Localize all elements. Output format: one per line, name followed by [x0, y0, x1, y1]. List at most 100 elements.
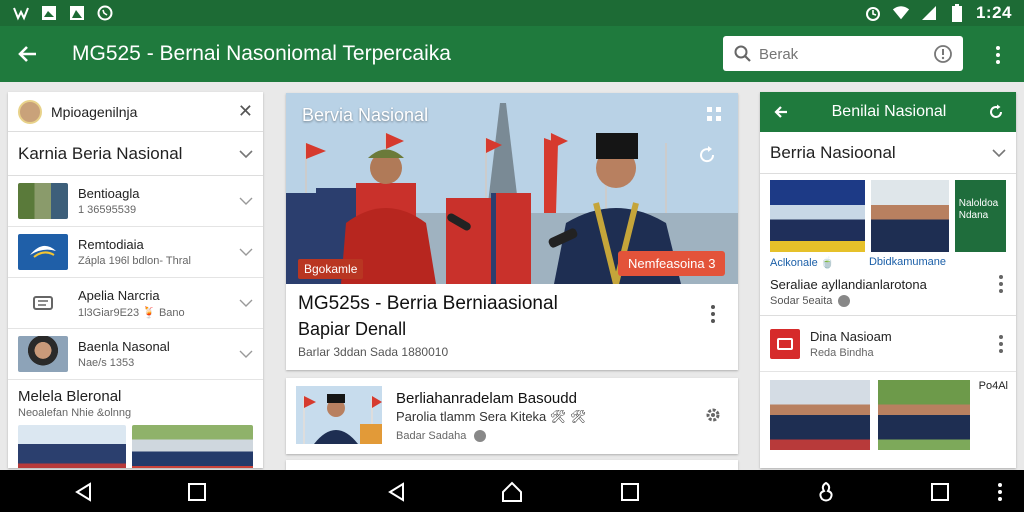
more-options-icon[interactable] [996, 275, 1006, 293]
photo-row-label: Po4Al [978, 380, 1008, 392]
item-subtitle: Reda Bindha [810, 346, 874, 359]
avatar[interactable] [18, 99, 42, 124]
chevron-down-icon [992, 148, 1006, 157]
thumbnail-overlay-text: Naloldoa Ndana [958, 198, 999, 221]
article-headline-row[interactable]: Seraliae ayllandianlarotona [760, 269, 1016, 293]
gear-icon[interactable] [703, 405, 723, 425]
chevron-down-icon[interactable] [239, 298, 253, 308]
list-item[interactable]: Dina Nasioam Reda Bindha [760, 316, 1016, 372]
back-nav-icon[interactable] [72, 480, 96, 504]
left-panel-footer: Melela Bleronal Neoalefan Nhie &olnng [8, 380, 263, 419]
search-box[interactable] [723, 36, 963, 71]
photo-thumbnail[interactable] [870, 180, 949, 252]
left-panel: Mpioagenilnja ✕ Karnia Beria Nasional Be… [8, 92, 263, 468]
image-icon [40, 4, 58, 22]
article-meta: Badar Sadaha [396, 430, 487, 442]
grid-icon[interactable] [707, 107, 721, 121]
location-pin-icon [474, 430, 487, 442]
article-card-partial[interactable] [286, 460, 738, 470]
list-item[interactable]: Apelia Narcria 1l3Giar9E23 🍹 Bano [8, 278, 263, 329]
category-dropdown[interactable]: Karnia Beria Nasional [8, 132, 263, 176]
footer-photos [8, 419, 263, 468]
back-arrow-icon[interactable] [772, 103, 790, 121]
item-title: Apelia Narcria [78, 287, 160, 303]
thumbnail-row: Naloldoa Ndana [760, 174, 1016, 252]
chevron-down-icon[interactable] [239, 196, 253, 206]
status-time: 1:24 [975, 3, 1012, 22]
page-title: MG525 - Bernai Nasoniomal Terpercaika [72, 42, 451, 65]
footer-subtitle: Neoalefan Nhie &olnng [18, 407, 132, 419]
article-title: Berliahanradelam Basoudd [396, 390, 577, 407]
status-bar: 1:24 [0, 0, 1024, 26]
photo-thumbnail[interactable] [770, 380, 870, 450]
battery-icon [948, 4, 966, 22]
thumb-caption: Dbidkamumane [868, 256, 946, 268]
chevron-down-icon [239, 149, 253, 158]
article-title: Seraliae ayllandianlarotona [770, 276, 927, 292]
item-title: Bentioagla [78, 186, 140, 201]
photo-thumbnail[interactable] [770, 180, 865, 252]
overflow-menu-icon[interactable] [988, 42, 1008, 68]
category-label: Karnia Beria Nasional [18, 143, 183, 163]
item-icon [18, 285, 68, 321]
sub-headline: Bapiar Denall [298, 319, 407, 339]
headline[interactable]: MG525s - Berria Berniaasional [298, 293, 558, 315]
thumbnail-captions: Aclkonale 🍵 Dbidkamumane [760, 252, 1016, 269]
whatsapp-icon [96, 4, 114, 22]
category-label: Berria Nasioonal [770, 142, 896, 162]
hero-image: Bervia Nasional Bgokamle Nemfeasoina 3 [286, 93, 738, 284]
alarm-icon [864, 4, 882, 22]
photo-thumbnail[interactable]: Naloldoa Ndana [954, 180, 1006, 252]
item-subtitle: Nae/s 1353 [78, 357, 135, 369]
vine-icon [12, 4, 30, 22]
item-thumbnail [18, 336, 68, 372]
article-card[interactable]: Berliahanradelam Basoudd Parolia tlamm S… [286, 378, 738, 454]
item-thumbnail [18, 183, 68, 219]
right-panel-header: Benilai Nasional [760, 92, 1016, 132]
news-logo-icon [770, 328, 800, 359]
recents-nav-icon[interactable] [618, 480, 642, 504]
navigation-bar [0, 470, 1024, 512]
item-subtitle: 1l3Giar9E23 🍹 Bano [78, 306, 185, 319]
chevron-down-icon[interactable] [239, 349, 253, 359]
list-item[interactable]: Bentioagla 1 36595539 [8, 176, 263, 227]
recents-nav-icon[interactable] [928, 480, 952, 504]
item-subtitle: Zápla 196l bdlon- Thral [78, 255, 191, 267]
more-options-icon[interactable] [996, 334, 1006, 353]
assistant-nav-icon[interactable] [814, 480, 838, 504]
category-dropdown[interactable]: Berria Nasioonal [760, 132, 1016, 174]
overflow-menu-icon[interactable] [990, 480, 1010, 504]
photo-thumbnail[interactable] [878, 380, 970, 450]
chevron-down-icon[interactable] [239, 247, 253, 257]
back-arrow-icon[interactable] [14, 40, 42, 68]
home-nav-icon[interactable] [500, 480, 524, 504]
thumb-caption: Aclkonale 🍵 [770, 257, 835, 269]
article-thumbnail [296, 386, 382, 444]
refresh-icon[interactable] [697, 145, 717, 165]
left-panel-title: Mpioagenilnja [51, 103, 138, 120]
list-item[interactable]: Remtodiaia Zápla 196l bdlon- Thral [8, 227, 263, 278]
article-meta: Sodar 5eaita [760, 293, 1016, 316]
more-options-icon[interactable] [708, 303, 718, 325]
hero-badge-right[interactable]: Nemfeasoina 3 [618, 251, 726, 276]
photo-icon [68, 4, 86, 22]
photo-row: Po4Al [760, 372, 1016, 458]
recents-nav-icon[interactable] [185, 480, 209, 504]
featured-card[interactable]: Bervia Nasional Bgokamle Nemfeasoina 3 M… [286, 93, 738, 370]
article-meta: Barlar 3ddan Sada 1880010 [298, 345, 449, 359]
search-input[interactable] [759, 42, 929, 66]
close-icon[interactable]: ✕ [238, 101, 253, 122]
signal-icon [920, 4, 938, 22]
refresh-icon[interactable] [988, 104, 1004, 120]
clear-icon[interactable] [933, 44, 953, 64]
back-nav-icon[interactable] [385, 480, 409, 504]
footer-title: Melela Bleronal [18, 388, 122, 405]
photo-thumbnail[interactable] [18, 425, 126, 468]
left-panel-header: Mpioagenilnja ✕ [8, 92, 263, 132]
photo-thumbnail[interactable] [131, 425, 253, 468]
item-logo [18, 234, 68, 270]
search-icon [733, 44, 753, 64]
list-item[interactable]: Baenla Nasonal Nae/s 1353 [8, 329, 263, 380]
app-bar: MG525 - Bernai Nasoniomal Terpercaika [0, 26, 1024, 82]
right-panel-title: Benilai Nasional [831, 103, 947, 120]
